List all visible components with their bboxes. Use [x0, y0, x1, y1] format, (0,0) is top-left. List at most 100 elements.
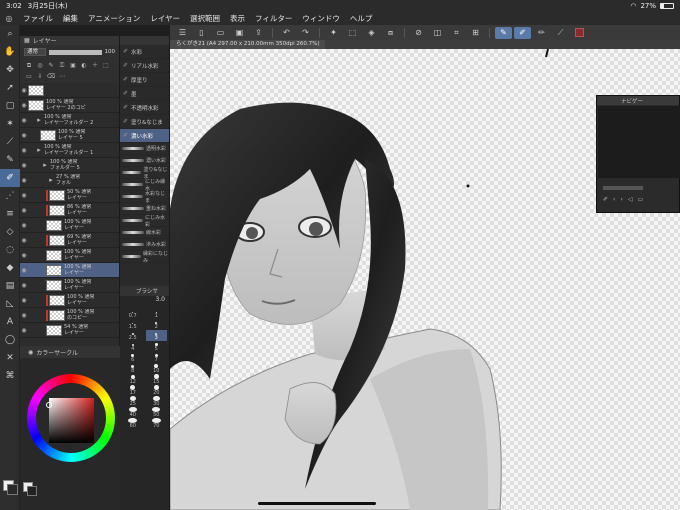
navigator-preview[interactable] [598, 106, 680, 178]
new-file-icon[interactable]: ▯ [193, 27, 210, 39]
brush-group-item[interactable]: ✐ 塗り&なじま [120, 115, 169, 129]
brush-size-option[interactable]: 30 [146, 396, 168, 407]
menu-item[interactable]: ヘルプ [345, 13, 378, 24]
folder-icon[interactable]: ▸ [46, 176, 56, 184]
lock-alpha-icon[interactable]: ▣ [68, 61, 78, 70]
open-file-icon[interactable]: ▭ [212, 27, 229, 39]
opacity-slider[interactable] [49, 49, 102, 55]
sub-color-swatch[interactable] [7, 484, 18, 495]
new-vector-icon[interactable]: ⬚ [101, 61, 111, 70]
pen-settings-icon[interactable]: ✏ [533, 27, 550, 39]
zoom-fit-icon[interactable]: ⊞ [467, 27, 484, 39]
more-icon[interactable]: ⋯ [57, 72, 67, 81]
reference-icon[interactable]: ◎ [35, 61, 45, 70]
auto-select-tool-icon[interactable]: ✶ [0, 115, 20, 133]
visibility-icon[interactable]: ◉ [20, 327, 28, 334]
layer-row[interactable]: ◉ 100 % 通常 のコピー [20, 308, 119, 323]
merge-icon[interactable]: ⇩ [35, 72, 45, 81]
navigator-zoom-slider[interactable] [603, 186, 643, 190]
menu-item[interactable]: 選択範囲 [185, 13, 225, 24]
brush-size-option[interactable]: 5 [146, 341, 168, 352]
invert-selection-icon[interactable]: ◫ [429, 27, 446, 39]
folder-icon[interactable]: ▸ [34, 116, 44, 124]
brush-size-option[interactable]: 2.5 [122, 330, 144, 341]
visibility-icon[interactable]: ◉ [20, 312, 28, 319]
layer-row[interactable]: ◉ 100 % 通常 レイヤー 5 [20, 128, 119, 143]
brush-group-item[interactable]: ✐ リアル水彩 [120, 59, 169, 73]
rotate-left-icon[interactable]: ‹ [613, 196, 615, 203]
brush-size-option[interactable]: 25 [122, 396, 144, 407]
visibility-icon[interactable]: ◉ [20, 132, 28, 139]
layer-row[interactable]: ◉ ▸ 27 % 通常 フォル [20, 173, 119, 188]
brush-stroke-item[interactable]: 透明水彩 [120, 143, 169, 155]
flip-icon[interactable]: ◁ [628, 196, 633, 203]
visibility-icon[interactable]: ◉ [20, 237, 28, 244]
brush-group-item[interactable]: ✐ 不透明水彩 [120, 101, 169, 115]
brush-stroke-item[interactable]: にじみ水彩 [120, 215, 169, 228]
layer-row[interactable]: ◉ 100 % 通常 レイヤー [20, 278, 119, 293]
menu-item[interactable]: フィルター [250, 13, 297, 24]
clip-icon[interactable]: ⧉ [24, 61, 34, 70]
airbrush-tool-icon[interactable]: ⋰ [0, 187, 20, 205]
crop-icon[interactable]: ⌗ [448, 27, 465, 39]
figure-tool-icon[interactable]: ◺ [0, 295, 20, 313]
clear-icon[interactable]: ✦ [325, 27, 342, 39]
brush-stroke-item[interactable]: 線水彩 [120, 227, 169, 239]
layer-row[interactable]: ◉ 50 % 通常 レイヤー [20, 188, 119, 203]
redo-icon[interactable]: ↷ [297, 27, 314, 39]
visibility-icon[interactable]: ◉ [20, 87, 28, 94]
layer-row[interactable]: ◉ ▸ 100 % 通常 レイヤーフォルダー 2 [20, 113, 119, 128]
layer-row[interactable]: ◉ 100 % 通常 レイヤー [20, 248, 119, 263]
layer-row[interactable]: ◉ [20, 83, 119, 98]
ruler-tool-icon[interactable]: ✕ [0, 349, 20, 367]
layer-row[interactable]: ◉ 100 % 通常 レイヤー [20, 263, 119, 278]
brush-size-option[interactable]: 70 [146, 418, 168, 429]
visibility-icon[interactable]: ◉ [20, 102, 28, 109]
pressure-pen-icon[interactable]: ✐ [514, 26, 531, 39]
new-folder-icon[interactable]: ▭ [24, 72, 34, 81]
brush-group-item[interactable]: ✐ 濃い水彩 [120, 129, 169, 143]
stabilize-pen-icon[interactable]: ✎ [495, 26, 512, 39]
brush-size-option[interactable]: 15 [146, 374, 168, 385]
save-icon[interactable]: ▣ [231, 27, 248, 39]
eyedropper-icon[interactable]: ⟋ [552, 27, 569, 39]
app-logo-icon[interactable]: ◎ [0, 14, 18, 23]
saturation-value-square[interactable] [49, 398, 94, 443]
visibility-icon[interactable]: ◉ [20, 162, 28, 169]
brush-size-option[interactable]: 60 [122, 418, 144, 429]
folder-icon[interactable]: ▸ [40, 161, 50, 169]
reset-icon[interactable]: ▭ [637, 196, 643, 203]
brush-size-option[interactable]: 50 [146, 407, 168, 418]
brush-group-item[interactable]: ✐ 厚塗り [120, 73, 169, 87]
selection-icon[interactable]: ⧈ [382, 27, 399, 39]
brush-tool-icon[interactable]: ✐ [0, 169, 20, 187]
rotate-right-icon[interactable]: › [620, 196, 622, 203]
canvas-tab[interactable]: らくがき21 (A4 297.00 x 210.00mm 350dpi 260.… [170, 40, 326, 49]
brush-size-option[interactable]: 0.7 [122, 308, 144, 319]
mask-icon[interactable]: ◐ [79, 61, 89, 70]
decoration-tool-icon[interactable]: ≡ [0, 205, 20, 223]
folder-icon[interactable]: ▸ [34, 146, 44, 154]
layer-row[interactable]: ◉ 86 % 通常 レイヤー [20, 203, 119, 218]
visibility-icon[interactable]: ◉ [20, 117, 28, 124]
balloon-tool-icon[interactable]: ◯ [0, 331, 20, 349]
text-tool-icon[interactable]: A [0, 313, 20, 331]
zoom-tool-icon[interactable]: ⌕ [0, 25, 20, 43]
brush-stroke-item[interactable]: 縁彩になじみ [120, 251, 169, 264]
fill-tool-icon[interactable]: ◆ [0, 259, 20, 277]
brush-size-option[interactable]: 12 [122, 374, 144, 385]
menu-icon[interactable]: ☰ [174, 27, 191, 39]
visibility-icon[interactable]: ◉ [20, 177, 28, 184]
menu-item[interactable]: アニメーション [83, 13, 145, 24]
delete-layer-icon[interactable]: ⌫ [46, 72, 56, 81]
layer-row[interactable]: ◉ 100 % 通常 レイヤー [20, 218, 119, 233]
visibility-icon[interactable]: ◉ [20, 297, 28, 304]
layer-row[interactable]: ◉ 100 % 通常 レイヤー [20, 293, 119, 308]
hand-tool-icon[interactable]: ✋ [0, 43, 20, 61]
eyedropper-tool-icon[interactable]: ⟋ [0, 133, 20, 151]
pen-mini-icon[interactable]: ✐ [603, 196, 608, 203]
brush-size-option[interactable]: 20 [146, 385, 168, 396]
visibility-icon[interactable]: ◉ [20, 192, 28, 199]
visibility-icon[interactable]: ◉ [20, 282, 28, 289]
color-indicator-icon[interactable] [575, 28, 584, 37]
